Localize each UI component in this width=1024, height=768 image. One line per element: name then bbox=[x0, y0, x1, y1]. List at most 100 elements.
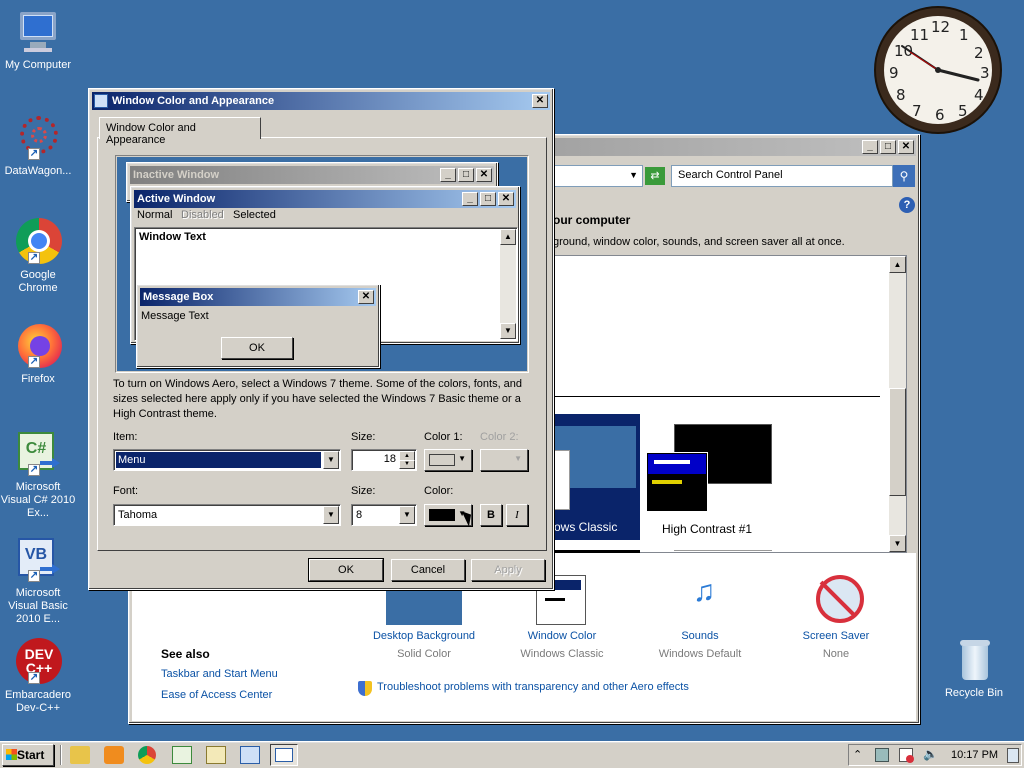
theme-windows-classic[interactable]: ows Classic bbox=[554, 414, 640, 540]
theme-label: High Contrast #1 bbox=[662, 522, 753, 536]
close-button[interactable]: ✕ bbox=[532, 94, 548, 108]
aero-info-text: To turn on Windows Aero, select a Window… bbox=[113, 378, 523, 420]
desktop-icon-label: Embarcadero Dev-C++ bbox=[4, 689, 72, 714]
desktop-icon-label: Recycle Bin bbox=[944, 687, 1004, 699]
shortcut-arrow-icon: ↗ bbox=[28, 570, 40, 582]
theme-list[interactable]: ows Classic High Contrast #1 ▲ ▼ bbox=[553, 255, 907, 554]
item-select-value: Menu bbox=[116, 452, 321, 468]
scroll-down-icon[interactable]: ▼ bbox=[889, 535, 906, 552]
desktop-icon-firefox[interactable]: ↗ Firefox bbox=[0, 322, 76, 386]
desktop-icon-recycle-bin[interactable]: Recycle Bin bbox=[936, 636, 1012, 700]
maximize-button[interactable]: □ bbox=[880, 140, 896, 154]
window-color-link[interactable]: Window Color bbox=[488, 630, 636, 642]
font-label: Font: bbox=[113, 485, 139, 497]
window-color-dialog[interactable]: Window Color and Appearance ✕ Window Col… bbox=[88, 88, 554, 590]
screen-saver-value: None bbox=[822, 648, 850, 660]
address-bar[interactable]: ▼ bbox=[553, 165, 643, 187]
sounds-icon[interactable]: ♫ bbox=[680, 575, 728, 625]
refresh-icon[interactable]: ⇄ bbox=[645, 167, 665, 185]
search-input[interactable]: Search Control Panel bbox=[671, 165, 893, 187]
windows-logo-icon bbox=[6, 749, 17, 760]
preview-scrollbar: ▲ ▼ bbox=[500, 229, 516, 339]
close-button[interactable]: ✕ bbox=[898, 140, 914, 154]
cancel-button[interactable]: Cancel bbox=[391, 559, 465, 581]
chevron-down-icon[interactable]: ▼ bbox=[323, 451, 339, 469]
desktop-background-link[interactable]: Desktop Background bbox=[350, 630, 498, 642]
screen-saver-link[interactable]: Screen Saver bbox=[762, 630, 910, 642]
ease-of-access-link[interactable]: Ease of Access Center bbox=[161, 689, 272, 701]
active-task-button[interactable] bbox=[270, 744, 298, 766]
scroll-up-icon[interactable]: ▲ bbox=[889, 256, 906, 273]
font-select[interactable]: Tahoma ▼ bbox=[113, 504, 341, 526]
color2-label: Color 2: bbox=[480, 431, 519, 443]
chevron-down-icon[interactable]: ▼ bbox=[629, 170, 638, 180]
color1-swatch bbox=[429, 454, 455, 466]
desktop-icon-visual-basic[interactable]: VB ↗ Microsoft Visual Basic 2010 E... bbox=[0, 536, 76, 626]
volume-icon[interactable]: 🔈 bbox=[923, 747, 938, 761]
clock-time[interactable]: 10:17 PM bbox=[951, 749, 998, 761]
preview-msgbox-text: Message Text bbox=[141, 310, 209, 322]
dialog-titlebar[interactable]: Window Color and Appearance ✕ bbox=[92, 92, 550, 110]
taskbar-start-menu-link[interactable]: Taskbar and Start Menu bbox=[161, 668, 278, 680]
chevron-up-icon[interactable]: ⌃ bbox=[853, 748, 862, 761]
media-player-icon[interactable] bbox=[104, 746, 124, 764]
scroll-thumb[interactable] bbox=[889, 388, 906, 496]
ok-button[interactable]: OK bbox=[308, 558, 384, 582]
network-icon[interactable] bbox=[875, 748, 889, 762]
color1-button[interactable]: ▼ bbox=[424, 449, 472, 471]
desktop-icon-datawagon[interactable]: ↗ DataWagon... bbox=[0, 114, 76, 178]
clock-hands bbox=[901, 45, 980, 82]
color1-label: Color 1: bbox=[424, 431, 463, 443]
font-size-select[interactable]: 8 ▼ bbox=[351, 504, 417, 526]
sounds-link[interactable]: Sounds bbox=[626, 630, 774, 642]
font-select-value: Tahoma bbox=[118, 509, 158, 521]
system-tray: ⌃ 🔈 10:17 PM bbox=[848, 744, 1022, 766]
bold-toggle[interactable]: B bbox=[480, 504, 502, 526]
maximize-icon: □ bbox=[480, 192, 496, 206]
screen-saver-icon[interactable] bbox=[816, 575, 864, 623]
shield-icon bbox=[358, 681, 372, 696]
minimize-icon: _ bbox=[440, 168, 456, 182]
item-select[interactable]: Menu ▼ bbox=[113, 449, 341, 471]
help-icon[interactable]: ? bbox=[899, 197, 915, 213]
italic-toggle[interactable]: I bbox=[506, 504, 528, 526]
show-desktop-icon[interactable] bbox=[1007, 748, 1019, 763]
shortcut-arrow-icon: ↗ bbox=[28, 252, 40, 264]
datawagon-icon: ↗ bbox=[14, 114, 62, 162]
color2-button: ▼ bbox=[480, 449, 528, 471]
minimize-button[interactable]: _ bbox=[862, 140, 878, 154]
chrome-taskbar-icon[interactable] bbox=[138, 746, 156, 764]
remote-desktop-icon[interactable] bbox=[240, 746, 260, 764]
desktop-icon-devcpp[interactable]: DEV C++ ↗ Embarcadero Dev-C++ bbox=[0, 638, 76, 715]
troubleshoot-link[interactable]: Troubleshoot problems with transparency … bbox=[377, 681, 689, 693]
shortcut-arrow-icon: ↗ bbox=[28, 464, 40, 476]
notepad-icon[interactable] bbox=[206, 746, 226, 764]
shortcut-arrow-icon: ↗ bbox=[28, 672, 40, 684]
close-icon: ✕ bbox=[476, 168, 492, 182]
visual-csharp-taskbar-icon[interactable] bbox=[172, 746, 192, 764]
desktop-background-value: Solid Color bbox=[397, 648, 451, 660]
desktop-icon-my-computer[interactable]: My Computer bbox=[0, 8, 76, 72]
spin-down-icon[interactable]: ▼ bbox=[399, 460, 415, 469]
desktop-icon-label: Microsoft Visual Basic 2010 E... bbox=[8, 587, 68, 625]
start-button[interactable]: Start bbox=[2, 744, 54, 766]
desktop-icon-visual-csharp[interactable]: C# ↗ Microsoft Visual C# 2010 Ex... bbox=[0, 430, 76, 520]
visual-csharp-icon: C# ↗ bbox=[14, 430, 62, 478]
tab-window-color[interactable]: Window Color and Appearance bbox=[99, 117, 261, 146]
maximize-icon: □ bbox=[458, 168, 474, 182]
search-icon[interactable]: ⚲ bbox=[893, 165, 915, 187]
taskbar: Start ⌃ 🔈 10:17 PM bbox=[0, 741, 1024, 768]
theme-scrollbar[interactable]: ▲ ▼ bbox=[889, 256, 906, 552]
item-size-stepper[interactable]: 18 ▲ ▼ bbox=[351, 449, 417, 471]
explorer-icon[interactable] bbox=[70, 746, 90, 764]
action-center-icon[interactable] bbox=[899, 748, 914, 763]
computer-icon bbox=[14, 8, 62, 56]
desktop-icon-chrome[interactable]: ↗ Google Chrome bbox=[0, 218, 76, 295]
window-color-value: Windows Classic bbox=[520, 648, 604, 660]
chevron-down-icon: ▼ bbox=[514, 454, 522, 463]
theme-high-contrast-1[interactable]: High Contrast #1 bbox=[646, 424, 772, 536]
chevron-down-icon[interactable]: ▼ bbox=[399, 506, 415, 524]
chevron-down-icon[interactable]: ▼ bbox=[323, 506, 339, 524]
clock-gadget[interactable]: 12 1 2 3 4 5 6 7 8 9 10 11 bbox=[874, 6, 1002, 134]
preview-active-title: Active Window bbox=[137, 193, 216, 205]
